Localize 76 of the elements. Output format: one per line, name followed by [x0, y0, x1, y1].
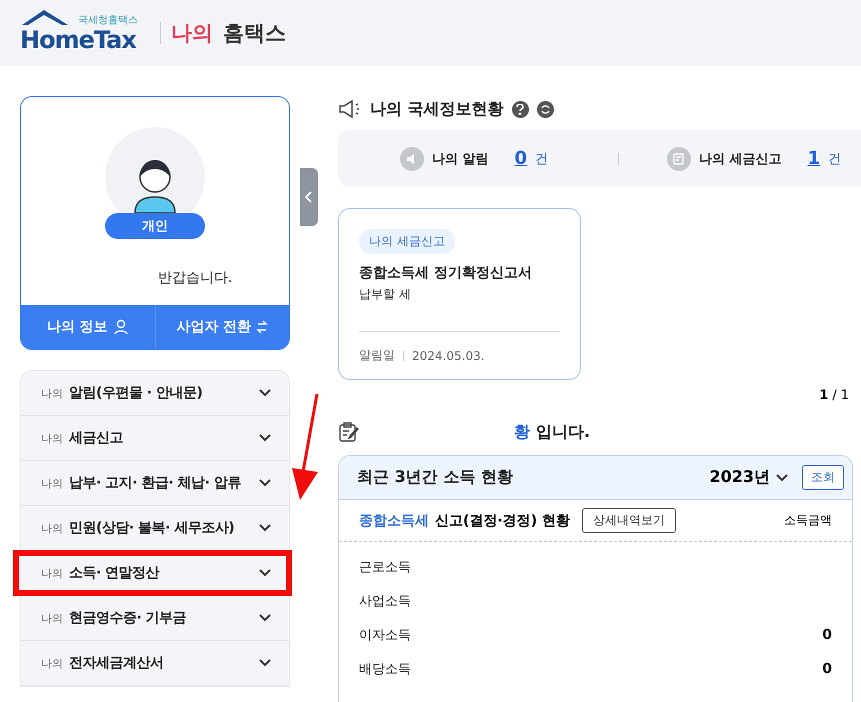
- income-amount: 0: [822, 661, 832, 677]
- logo-subtitle: 국세청홈택스: [78, 14, 138, 27]
- menu-prefix: 나의: [41, 566, 63, 580]
- menu-prefix: 나의: [41, 476, 63, 490]
- notice-date: 2024.05.03.: [412, 348, 485, 362]
- year-select[interactable]: 2023년: [709, 467, 770, 488]
- menu-label: 현금영수증· 기부금: [69, 609, 186, 627]
- summary-label: 나의 세금신고: [699, 150, 782, 168]
- menu-item[interactable]: 나의 민원(상담· 불복· 세무조사): [21, 506, 289, 551]
- swap-icon: [256, 319, 268, 335]
- speaker-icon: [400, 146, 424, 170]
- section-title: 나의 국세정보현황: [370, 98, 504, 120]
- chevron-down-icon: [259, 524, 271, 532]
- notice-title: 종합소득세 정기확정신고서: [359, 264, 533, 282]
- menu-prefix: 나의: [41, 656, 63, 670]
- menu-label: 알림(우편물 · 안내문): [69, 384, 202, 402]
- summary-label: 나의 알림: [432, 150, 489, 168]
- megaphone-icon: [338, 99, 362, 119]
- income-title: 최근 3년간 소득 현황: [357, 467, 513, 488]
- menu-prefix: 나의: [41, 610, 63, 626]
- chevron-down-icon: [259, 389, 271, 397]
- menu-label: 세금신고: [69, 429, 123, 447]
- menu-prefix: 나의: [41, 386, 63, 400]
- chevron-down-icon: [776, 474, 788, 482]
- menu-item[interactable]: 나의 알림(우편물 · 안내문): [21, 371, 289, 416]
- menu-item[interactable]: 나의 납부· 고지· 환급· 체납· 압류: [21, 461, 289, 506]
- page-total: 1: [840, 388, 849, 403]
- refresh-icon[interactable]: [536, 100, 554, 118]
- menu-label: 소득· 연말정산: [69, 564, 160, 582]
- subtitle-accent: 종합소득세: [359, 512, 429, 530]
- chevron-down-icon: [259, 659, 271, 667]
- collapse-handle[interactable]: [300, 168, 318, 226]
- count-unit: 건: [828, 150, 842, 168]
- document-icon: [667, 146, 692, 170]
- query-button[interactable]: 조회: [802, 465, 844, 490]
- notice-text: 납부할 세: [359, 286, 412, 303]
- detail-button[interactable]: 상세내역보기: [582, 508, 676, 533]
- section-heading-accent: 황: [514, 422, 530, 442]
- menu-item[interactable]: 나의 세금신고: [21, 416, 289, 461]
- menu-prefix: 나의: [41, 520, 63, 536]
- chevron-left-icon: [305, 191, 313, 203]
- notice-card[interactable]: 나의 세금신고 종합소득세 정기확정신고서 납부할 세 알림일 2024.05.03.: [338, 208, 581, 380]
- menu-item[interactable]: 나의 현금영수증· 기부금: [21, 596, 289, 641]
- menu-item[interactable]: 나의 전자세금계산서: [21, 641, 289, 686]
- menu-prefix: 나의: [41, 430, 63, 446]
- income-type: 배당소득: [359, 661, 411, 678]
- income-amount: 0: [822, 627, 832, 643]
- summary-count[interactable]: 0: [514, 148, 528, 169]
- subtitle-text: 신고(결정·경정) 현황: [435, 512, 570, 530]
- help-icon[interactable]: [512, 100, 529, 118]
- user-type-badge: 개인: [105, 213, 205, 239]
- profile-button[interactable]: 사업자 전환: [154, 305, 289, 349]
- chevron-down-icon: [259, 569, 271, 577]
- page-title-accent: 나의: [171, 20, 213, 47]
- menu-label: 납부· 고지· 환급· 체납· 압류: [69, 474, 241, 492]
- menu-item[interactable]: 나의 소득· 연말정산: [21, 551, 289, 596]
- chevron-down-icon: [259, 614, 271, 622]
- chevron-down-icon: [259, 479, 271, 487]
- count-unit: 건: [535, 150, 548, 168]
- logo-wordmark: HomeTax: [20, 27, 136, 53]
- page-current: 1: [819, 388, 828, 403]
- menu-label: 민원(상담· 불복· 세무조사): [69, 519, 234, 537]
- date-label: 알림일: [359, 347, 395, 364]
- chevron-down-icon: [259, 434, 271, 442]
- menu-label: 전자세금계산서: [69, 654, 164, 672]
- greeting-text: 반갑습니다.: [156, 269, 232, 287]
- page-separator-text: /: [832, 388, 837, 403]
- section-heading: 입니다.: [536, 422, 590, 442]
- column-header: 소득금액: [784, 512, 832, 529]
- summary-count[interactable]: 1: [808, 148, 820, 169]
- person-icon: [112, 319, 129, 335]
- page-title: 홈택스: [223, 20, 286, 47]
- income-type: 근로소득: [359, 559, 411, 576]
- notice-tag: 나의 세금신고: [359, 229, 455, 254]
- income-type: 이자소득: [359, 627, 411, 644]
- income-type: 사업소득: [359, 593, 411, 610]
